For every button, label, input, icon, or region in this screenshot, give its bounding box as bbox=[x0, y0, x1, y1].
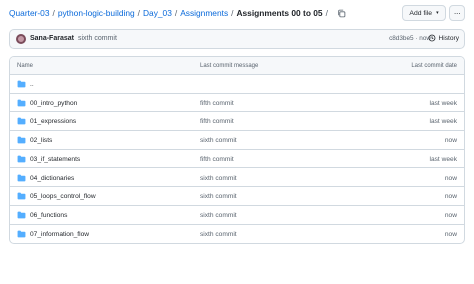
breadcrumb-separator: / bbox=[174, 8, 178, 18]
table-row[interactable]: 00_intro_python fifth commit last week bbox=[10, 94, 464, 113]
row-commit-date: now bbox=[444, 230, 457, 238]
breadcrumb-separator: / bbox=[137, 8, 140, 18]
row-name[interactable]: 02_lists bbox=[30, 137, 52, 144]
row-commit-message[interactable]: sixth commit bbox=[200, 175, 237, 182]
row-name[interactable]: .. bbox=[30, 81, 34, 88]
breadcrumb: Quarter-03 / python-logic-building / Day… bbox=[9, 8, 346, 18]
commit-author[interactable]: Sana-Farasat bbox=[30, 35, 74, 42]
breadcrumb-separator: / bbox=[231, 8, 234, 18]
folder-icon bbox=[17, 174, 26, 181]
row-commit-message[interactable]: sixth commit bbox=[200, 137, 237, 144]
column-header-name: Name bbox=[17, 63, 34, 69]
row-name[interactable]: 01_expressions bbox=[30, 118, 76, 125]
row-commit-message[interactable]: sixth commit bbox=[200, 231, 237, 238]
add-file-button[interactable]: Add file ▾ bbox=[402, 5, 446, 21]
column-header-message: Last commit message bbox=[200, 63, 259, 69]
file-table: Name Last commit message Last commit dat… bbox=[9, 56, 465, 244]
row-commit-message[interactable]: sixth commit bbox=[200, 193, 237, 200]
table-header: Name Last commit message Last commit dat… bbox=[10, 57, 464, 75]
row-name[interactable]: 03_if_statements bbox=[30, 156, 80, 163]
folder-icon bbox=[17, 118, 26, 125]
row-commit-date: now bbox=[444, 211, 457, 219]
row-commit-message[interactable]: fifth commit bbox=[200, 100, 234, 107]
table-row[interactable]: 03_if_statements fifth commit last week bbox=[10, 150, 464, 169]
folder-icon bbox=[17, 230, 26, 237]
breadcrumb-link-assignments[interactable]: Assignments bbox=[180, 8, 228, 18]
folder-icon bbox=[17, 80, 26, 88]
table-row[interactable]: .. bbox=[10, 75, 464, 94]
row-commit-message[interactable]: fifth commit bbox=[200, 118, 234, 125]
folder-icon bbox=[17, 192, 26, 200]
table-row[interactable]: 07_information_flow sixth commit now bbox=[10, 225, 464, 243]
row-commit-date: last week bbox=[429, 99, 458, 107]
folder-icon bbox=[17, 155, 26, 163]
avatar[interactable] bbox=[16, 34, 26, 44]
history-button[interactable]: History bbox=[428, 34, 459, 42]
table-row[interactable]: 01_expressions fifth commit last week bbox=[10, 112, 464, 132]
chevron-down-icon: ▾ bbox=[436, 10, 439, 16]
folder-icon bbox=[17, 136, 26, 144]
row-name[interactable]: 06_functions bbox=[30, 212, 67, 219]
latest-commit-bar: Sana-Farasat sixth commit c8d3be5 · now … bbox=[9, 29, 465, 49]
copy-icon[interactable] bbox=[337, 9, 346, 18]
breadcrumb-link-repo[interactable]: python-logic-building bbox=[58, 8, 135, 18]
breadcrumb-separator: / bbox=[52, 8, 55, 18]
add-file-label: Add file bbox=[409, 9, 433, 17]
row-commit-message[interactable]: fifth commit bbox=[200, 156, 234, 163]
row-commit-date: last week bbox=[429, 118, 458, 126]
top-bar: Quarter-03 / python-logic-building / Day… bbox=[0, 0, 474, 26]
row-name[interactable]: 00_intro_python bbox=[30, 100, 77, 107]
commit-hash-time[interactable]: c8d3be5 · now bbox=[389, 35, 431, 42]
folder-icon bbox=[17, 99, 26, 107]
folder-icon bbox=[17, 211, 26, 219]
column-header-date: Last commit date bbox=[411, 63, 457, 69]
row-name[interactable]: 07_information_flow bbox=[30, 231, 89, 238]
commit-message[interactable]: sixth commit bbox=[78, 35, 117, 42]
row-commit-date: now bbox=[444, 137, 457, 145]
table-row[interactable]: 06_functions sixth commit now bbox=[10, 206, 464, 225]
row-commit-date: last week bbox=[429, 155, 458, 163]
row-commit-date: now bbox=[444, 193, 457, 201]
table-row[interactable]: 04_dictionaries sixth commit now bbox=[10, 169, 464, 188]
history-icon bbox=[429, 34, 436, 42]
table-row[interactable]: 05_loops_control_flow sixth commit now bbox=[10, 187, 464, 206]
row-commit-date: now bbox=[444, 174, 457, 182]
row-commit-message[interactable]: sixth commit bbox=[200, 212, 237, 219]
breadcrumb-separator: / bbox=[325, 8, 328, 18]
row-name[interactable]: 05_loops_control_flow bbox=[30, 193, 96, 200]
row-name[interactable]: 04_dictionaries bbox=[30, 175, 74, 182]
breadcrumb-link-quarter[interactable]: Quarter-03 bbox=[9, 8, 50, 18]
more-options-button[interactable]: ··· bbox=[449, 5, 465, 21]
history-label: History bbox=[438, 34, 459, 42]
breadcrumb-link-day[interactable]: Day_03 bbox=[143, 8, 172, 18]
table-row[interactable]: 02_lists sixth commit now bbox=[10, 131, 464, 150]
breadcrumb-current: Assignments 00 to 05 bbox=[236, 8, 323, 18]
